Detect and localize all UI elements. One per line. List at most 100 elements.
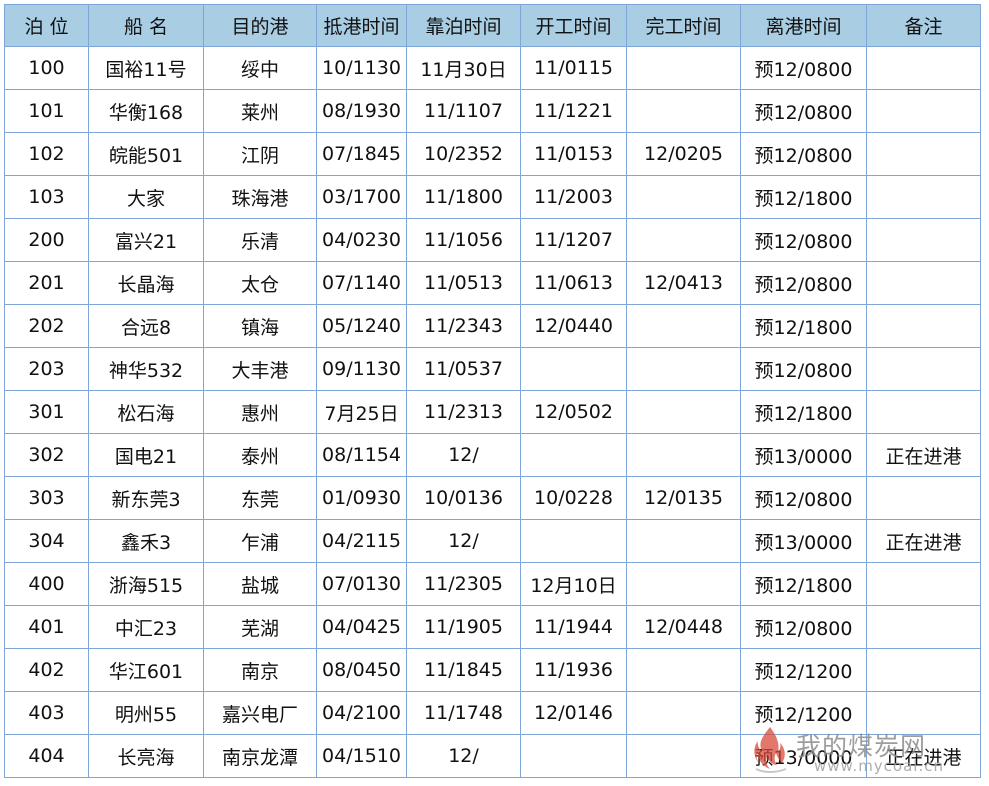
cell-start-time: 12月10日	[520, 562, 627, 606]
cell-destination-port: 江阴	[203, 132, 317, 176]
cell-berthing-time: 11/0513	[406, 261, 521, 305]
cell-destination-port: 南京	[203, 648, 317, 692]
cell-finish-time	[626, 562, 741, 606]
cell-departure-time: 预13/0000	[740, 433, 867, 477]
cell-berth: 401	[4, 605, 89, 649]
cell-finish-time	[626, 175, 741, 219]
cell-start-time	[520, 347, 627, 391]
cell-departure-time: 预12/1800	[740, 390, 867, 434]
cell-berthing-time: 11/1107	[406, 89, 521, 133]
cell-departure-time: 预12/1800	[740, 562, 867, 606]
cell-berth: 100	[4, 46, 89, 90]
cell-remark	[866, 261, 981, 305]
cell-berth: 200	[4, 218, 89, 262]
cell-remark	[866, 218, 981, 262]
cell-remark	[866, 691, 981, 735]
cell-berth: 203	[4, 347, 89, 391]
cell-remark: 正在进港	[866, 734, 981, 778]
table-row: 302 国电21 泰州 08/1154 12/预13/0000 正在进港	[4, 433, 981, 477]
cell-berth: 103	[4, 175, 89, 219]
cell-departure-time: 预12/0800	[740, 46, 867, 90]
column-header-remark: 备注	[866, 4, 981, 47]
cell-start-time	[520, 519, 627, 563]
table-row: 303 新东莞3 东莞 01/0930 10/0136 10/0228 12/0135 预12…	[4, 476, 981, 520]
cell-ship-name: 华江601	[88, 648, 204, 692]
cell-start-time	[520, 433, 627, 477]
cell-ship-name: 国电21	[88, 433, 204, 477]
cell-departure-time: 预12/1800	[740, 175, 867, 219]
cell-remark	[866, 89, 981, 133]
cell-ship-name: 华衡168	[88, 89, 204, 133]
cell-start-time: 11/1207	[520, 218, 627, 262]
cell-remark	[866, 605, 981, 649]
table-row: 201 长晶海 太仓 07/1140 11/0513 11/0613 12/0413 预12/…	[4, 261, 981, 305]
cell-destination-port: 乍浦	[203, 519, 317, 563]
cell-arrival-time: 09/1130	[316, 347, 407, 391]
cell-ship-name: 长亮海	[88, 734, 204, 778]
cell-destination-port: 泰州	[203, 433, 317, 477]
cell-start-time	[520, 734, 627, 778]
cell-berth: 202	[4, 304, 89, 348]
cell-departure-time: 预12/0800	[740, 347, 867, 391]
cell-arrival-time: 04/1510	[316, 734, 407, 778]
cell-ship-name: 大家	[88, 175, 204, 219]
table-row: 301 松石海 惠州 7月25日 11/2313 12/0502 预12/1800	[4, 390, 981, 434]
cell-destination-port: 太仓	[203, 261, 317, 305]
cell-berth: 102	[4, 132, 89, 176]
cell-arrival-time: 07/0130	[316, 562, 407, 606]
cell-berth: 404	[4, 734, 89, 778]
cell-destination-port: 绥中	[203, 46, 317, 90]
cell-remark: 正在进港	[866, 433, 981, 477]
cell-destination-port: 芜湖	[203, 605, 317, 649]
cell-departure-time: 预13/0000	[740, 734, 867, 778]
cell-ship-name: 国裕11号	[88, 46, 204, 90]
column-header-berth: 泊 位	[4, 4, 89, 47]
cell-finish-time	[626, 433, 741, 477]
table-row: 304 鑫禾3 乍浦 04/2115 12/预13/0000 正在进港	[4, 519, 981, 563]
cell-start-time: 12/0146	[520, 691, 627, 735]
cell-arrival-time: 08/0450	[316, 648, 407, 692]
cell-departure-time: 预12/1200	[740, 691, 867, 735]
cell-arrival-time: 01/0930	[316, 476, 407, 520]
cell-remark	[866, 46, 981, 90]
cell-finish-time	[626, 218, 741, 262]
cell-ship-name: 长晶海	[88, 261, 204, 305]
cell-destination-port: 莱州	[203, 89, 317, 133]
cell-finish-time	[626, 734, 741, 778]
table-row: 401 中汇23 芜湖 04/0425 11/1905 11/1944 12/0448 预12…	[4, 605, 981, 649]
cell-finish-time	[626, 691, 741, 735]
cell-ship-name: 新东莞3	[88, 476, 204, 520]
cell-berth: 101	[4, 89, 89, 133]
cell-remark	[866, 347, 981, 391]
cell-ship-name: 中汇23	[88, 605, 204, 649]
table-row: 400 浙海515 盐城 07/0130 11/2305 12月10日 预12/1800	[4, 562, 981, 606]
cell-arrival-time: 03/1700	[316, 175, 407, 219]
cell-start-time: 11/1936	[520, 648, 627, 692]
column-header-berthing-time: 靠泊时间	[406, 4, 521, 47]
table-row: 202 合远8 镇海 05/1240 11/2343 12/0440 预12/1800	[4, 304, 981, 348]
cell-finish-time: 12/0448	[626, 605, 741, 649]
cell-berth: 301	[4, 390, 89, 434]
cell-destination-port: 东莞	[203, 476, 317, 520]
cell-berthing-time: 11月30日	[406, 46, 521, 90]
cell-berthing-time: 12/	[406, 519, 521, 563]
cell-berth: 302	[4, 433, 89, 477]
cell-departure-time: 预12/0800	[740, 261, 867, 305]
cell-ship-name: 鑫禾3	[88, 519, 204, 563]
cell-berth: 304	[4, 519, 89, 563]
cell-departure-time: 预12/0800	[740, 89, 867, 133]
table-body: 100 国裕11号 绥中 10/1130 11月30日 11/0115 预12/0800 10…	[4, 46, 981, 778]
cell-departure-time: 预12/0800	[740, 218, 867, 262]
cell-berthing-time: 12/	[406, 433, 521, 477]
table-row: 200 富兴21 乐清 04/0230 11/1056 11/1207 预12/0800	[4, 218, 981, 262]
cell-arrival-time: 7月25日	[316, 390, 407, 434]
berth-schedule-table: 泊 位船 名目的港 抵港时间 靠泊时间 开工时间 完工时间 离港时间 备注 100 国裕11号…	[4, 4, 981, 778]
cell-finish-time	[626, 519, 741, 563]
cell-ship-name: 富兴21	[88, 218, 204, 262]
cell-berthing-time: 11/2343	[406, 304, 521, 348]
table-header: 泊 位船 名目的港 抵港时间 靠泊时间 开工时间 完工时间 离港时间 备注	[4, 4, 981, 47]
cell-finish-time	[626, 89, 741, 133]
cell-berth: 402	[4, 648, 89, 692]
cell-destination-port: 嘉兴电厂	[203, 691, 317, 735]
cell-finish-time: 12/0413	[626, 261, 741, 305]
